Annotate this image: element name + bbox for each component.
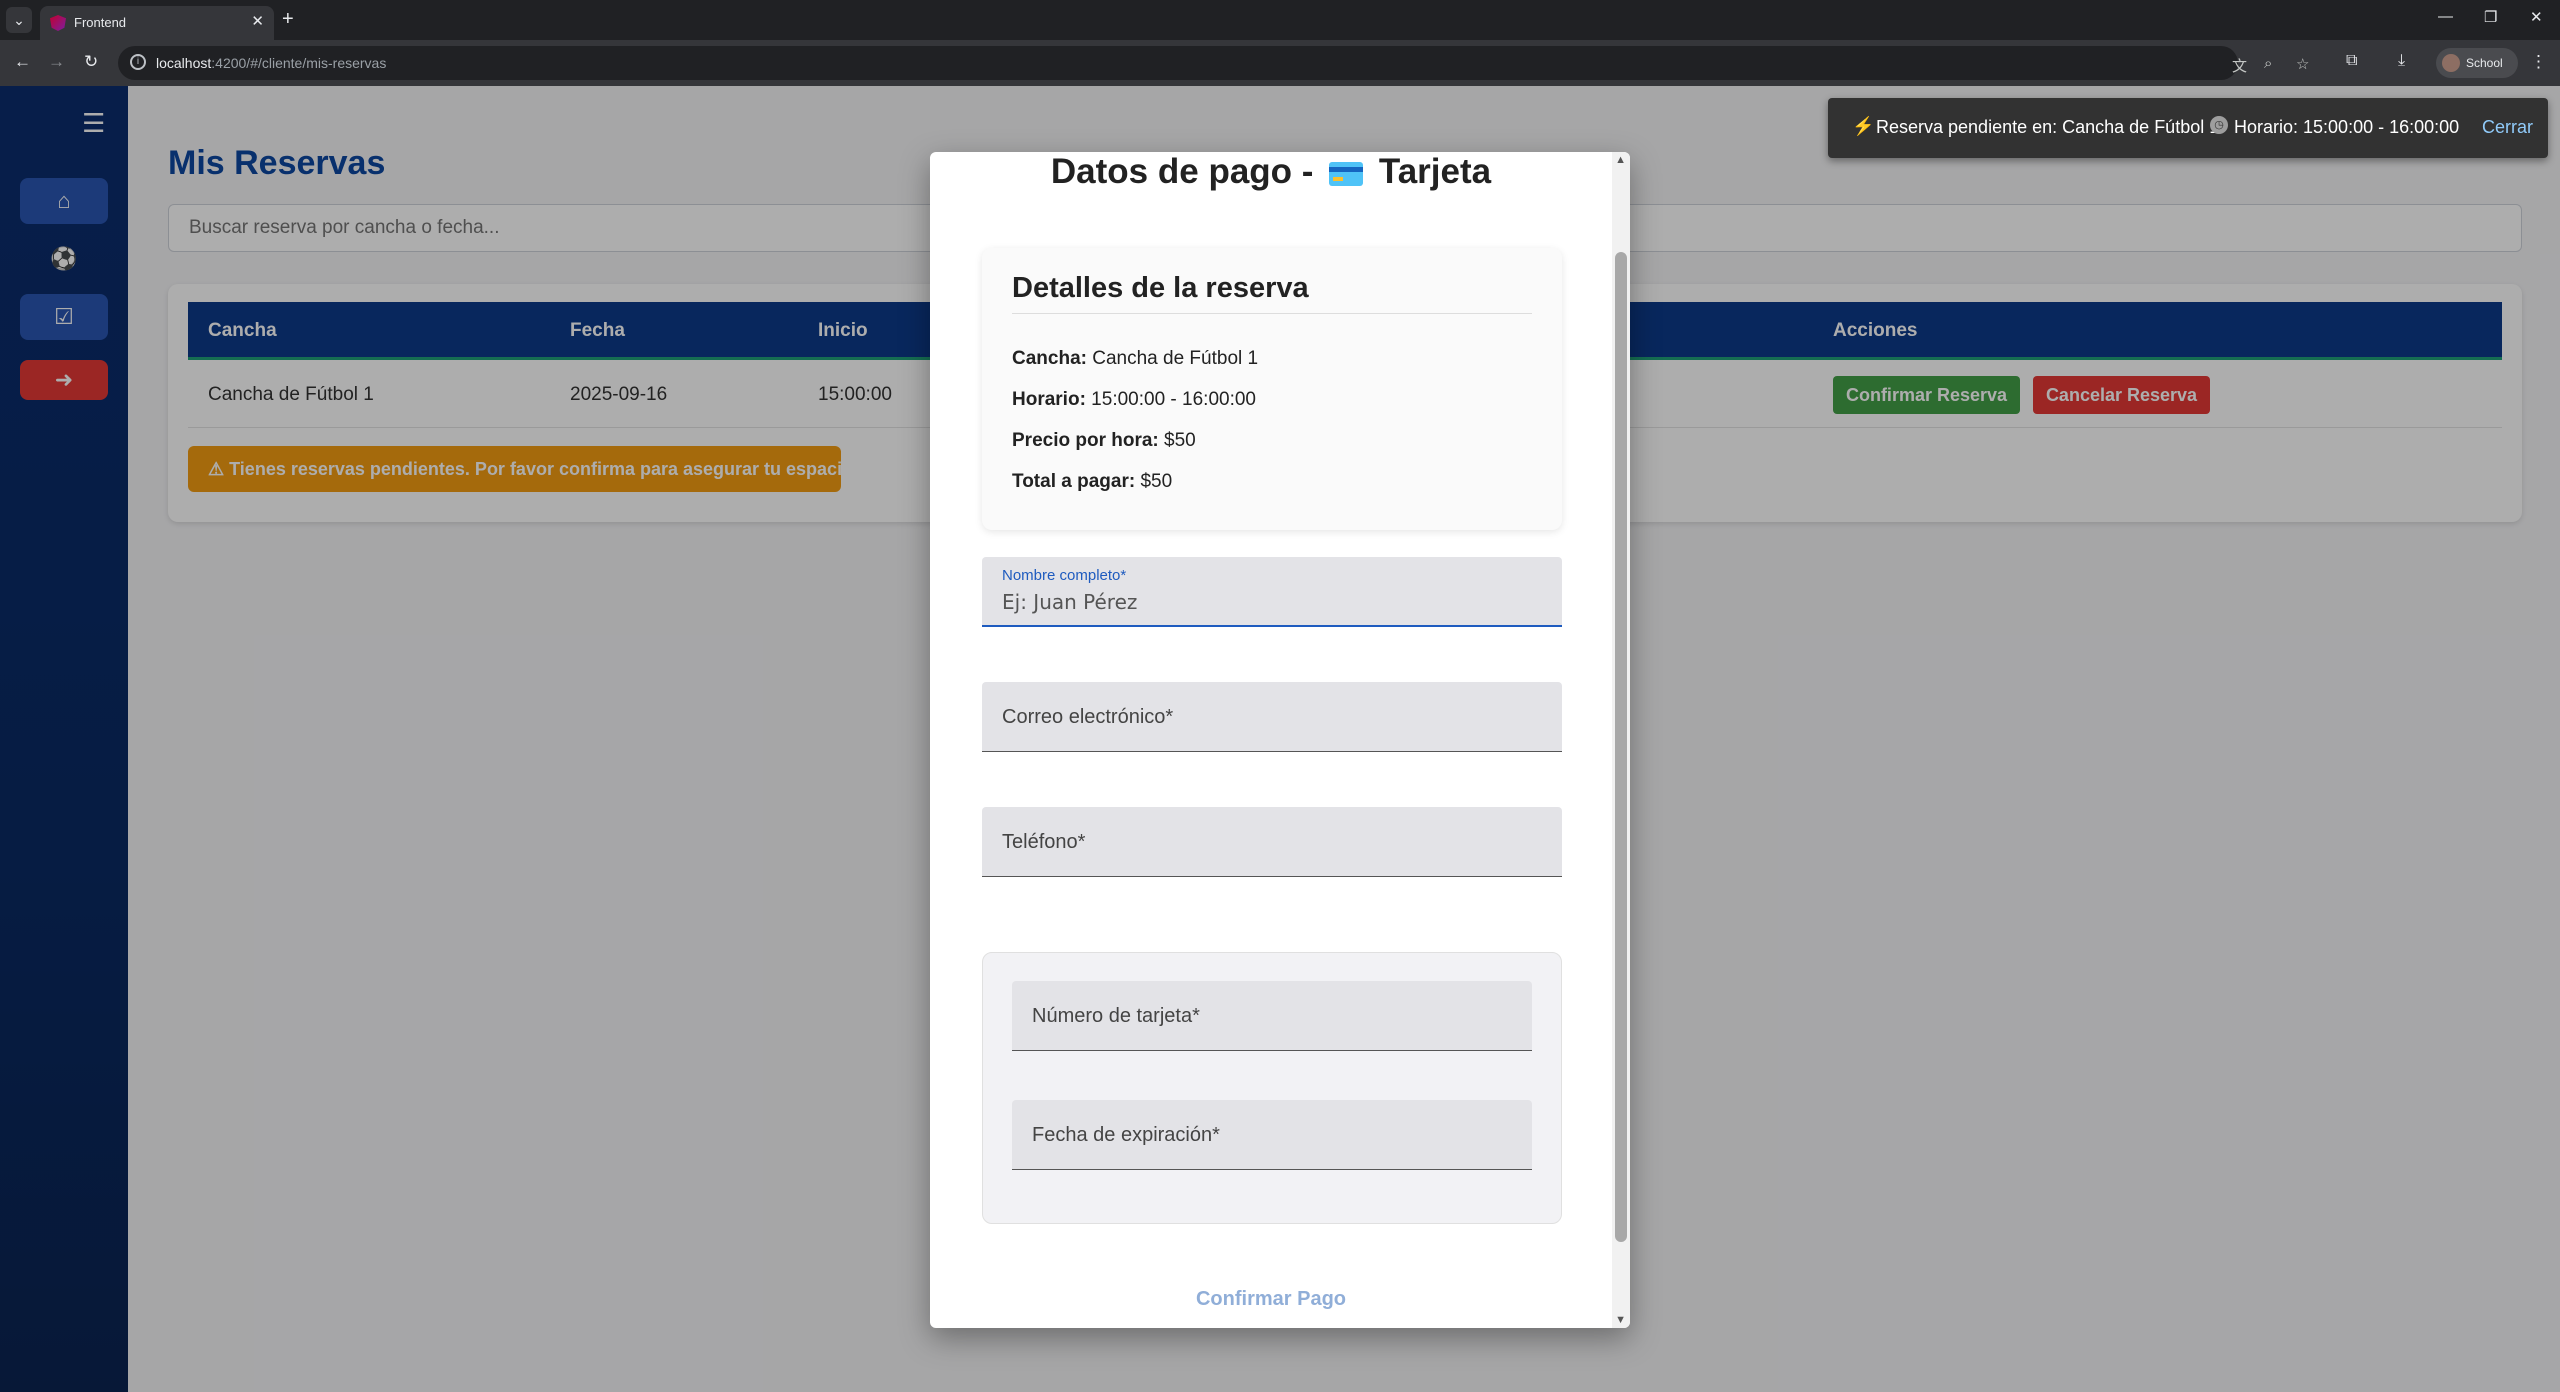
zoom-icon[interactable]: ⌕ <box>2264 55 2272 72</box>
download-icon[interactable]: ⤓ <box>2398 52 2405 70</box>
expiry-date-label: Fecha de expiración* <box>1032 1124 1220 1146</box>
extensions-icon[interactable]: ⧉ <box>2346 52 2357 70</box>
nombre-field[interactable]: Nombre completo* <box>982 557 1562 627</box>
angular-favicon-icon <box>50 15 66 31</box>
browser-menu-icon[interactable]: ⋮ <box>2530 52 2547 72</box>
profile-button[interactable]: School <box>2436 48 2518 78</box>
reservation-details-panel: Detalles de la reserva Cancha: Cancha de… <box>982 248 1562 530</box>
nombre-label: Nombre completo* <box>1002 567 1127 584</box>
phone-label: Teléfono* <box>1002 831 1086 853</box>
divider <box>1012 313 1532 314</box>
tab-search-button[interactable]: ⌄ <box>6 7 32 33</box>
forward-icon[interactable]: → <box>48 52 65 72</box>
back-icon[interactable]: ← <box>14 52 31 72</box>
minimize-icon[interactable]: — <box>2438 8 2453 25</box>
address-bar[interactable]: i localhost:4200/#/cliente/mis-reservas … <box>118 46 2309 80</box>
tab-title: Frontend <box>74 15 127 30</box>
nombre-input[interactable] <box>1002 589 1522 615</box>
card-details-panel: Número de tarjeta* Fecha de expiración* <box>982 952 1562 1224</box>
notification-snackbar: ⚡ Reserva pendiente en: Cancha de Fútbol… <box>1828 98 2548 158</box>
tab-close-icon[interactable]: ✕ <box>251 12 264 30</box>
credit-card-icon <box>1329 162 1364 186</box>
confirm-payment-button[interactable]: Confirmar Pago <box>930 1288 1612 1311</box>
avatar <box>2442 54 2460 72</box>
lightning-icon: ⚡ <box>1852 116 1875 136</box>
detail-total: Total a pagar: $50 <box>1012 471 1173 492</box>
scrollbar-thumb[interactable] <box>1615 252 1627 1242</box>
scroll-down-icon[interactable]: ▼ <box>1615 1314 1626 1326</box>
browser-tab-bar: ⌄ Frontend ✕ + — ❐ ✕ <box>0 0 2560 40</box>
reload-icon[interactable]: ↻ <box>84 52 98 72</box>
card-number-field[interactable]: Número de tarjeta* <box>1012 981 1532 1051</box>
detail-cancha: Cancha: Cancha de Fútbol 1 <box>1012 348 1259 369</box>
browser-toolbar: ← → ↻ i localhost:4200/#/cliente/mis-res… <box>0 40 2560 86</box>
new-tab-button[interactable]: + <box>282 8 294 30</box>
snackbar-message: Reserva pendiente en: Cancha de Fútbol 1 <box>1876 117 2220 137</box>
snackbar-close-button[interactable]: Cerrar <box>2482 117 2533 138</box>
payment-dialog: Datos de pago - Tarjeta Detalles de la r… <box>930 152 1630 1328</box>
bookmark-star-icon[interactable]: ☆ <box>2296 55 2309 73</box>
detail-horario: Horario: 15:00:00 - 16:00:00 <box>1012 389 1256 410</box>
scroll-up-icon[interactable]: ▲ <box>1615 154 1626 166</box>
clock-icon: ◷ <box>2210 116 2228 134</box>
details-heading: Detalles de la reserva <box>1012 272 1309 304</box>
translate-icon[interactable]: 文 <box>2232 55 2247 76</box>
phone-field[interactable]: Teléfono* <box>982 807 1562 877</box>
email-field[interactable]: Correo electrónico* <box>982 682 1562 752</box>
site-info-icon[interactable]: i <box>130 54 146 70</box>
detail-precio: Precio por hora: $50 <box>1012 430 1196 451</box>
expiry-date-field[interactable]: Fecha de expiración* <box>1012 1100 1532 1170</box>
dialog-scrollbar[interactable]: ▲ ▼ <box>1612 152 1630 1328</box>
snackbar-schedule: Horario: 15:00:00 - 16:00:00 <box>2234 117 2460 137</box>
window-close-icon[interactable]: ✕ <box>2530 8 2543 26</box>
browser-tab[interactable]: Frontend ✕ <box>40 6 274 40</box>
dialog-title: Datos de pago - Tarjeta <box>1050 152 1492 191</box>
card-number-label: Número de tarjeta* <box>1032 1005 1200 1027</box>
email-label: Correo electrónico* <box>1002 706 1174 728</box>
restore-icon[interactable]: ❐ <box>2484 8 2497 26</box>
url-text: localhost:4200/#/cliente/mis-reservas <box>156 55 387 71</box>
